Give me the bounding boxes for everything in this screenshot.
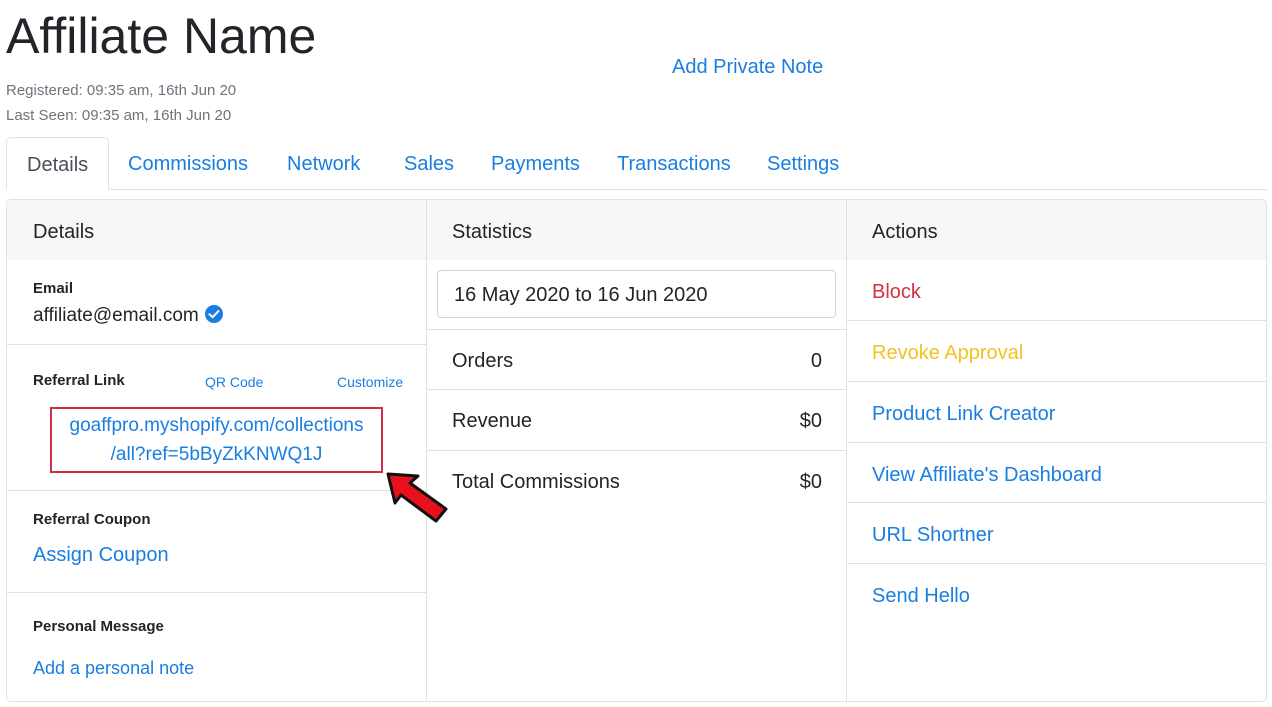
check-circle-icon bbox=[204, 305, 223, 329]
tab-settings[interactable]: Settings bbox=[747, 137, 859, 189]
tab-commissions[interactable]: Commissions bbox=[108, 137, 268, 189]
referral-link-section: Referral Link QR Code Customize goaffpro… bbox=[7, 345, 426, 491]
date-range-input[interactable]: 16 May 2020 to 16 Jun 2020 bbox=[437, 270, 836, 318]
stat-value: $0 bbox=[799, 410, 822, 432]
email-value: affiliate@email.com bbox=[33, 305, 223, 329]
add-private-note-link[interactable]: Add Private Note bbox=[672, 56, 823, 79]
page-title: Affiliate Name bbox=[6, 8, 317, 64]
email-text: affiliate@email.com bbox=[33, 305, 199, 326]
last-seen-date: Last Seen: 09:35 am, 16th Jun 20 bbox=[6, 107, 232, 124]
action-label: Block bbox=[872, 281, 921, 303]
stat-row-orders: Orders 0 bbox=[427, 329, 846, 390]
stat-row-revenue: Revenue $0 bbox=[427, 389, 846, 450]
tab-payments[interactable]: Payments bbox=[471, 137, 600, 189]
stat-label: Total Commissions bbox=[452, 471, 620, 493]
action-label: URL Shortner bbox=[872, 524, 994, 546]
referral-coupon-section: Referral Coupon Assign Coupon bbox=[7, 491, 426, 593]
personal-message-section: Personal Message Add a personal note bbox=[7, 593, 426, 701]
actions-column: Actions Block Revoke Approval Product Li… bbox=[847, 200, 1266, 701]
tab-transactions[interactable]: Transactions bbox=[597, 137, 751, 189]
action-view-affiliate-dashboard[interactable]: View Affiliate's Dashboard bbox=[847, 442, 1266, 503]
stat-row-total-commissions: Total Commissions $0 bbox=[427, 450, 846, 511]
personal-message-label: Personal Message bbox=[33, 618, 164, 635]
action-label: Send Hello bbox=[872, 585, 970, 607]
email-label: Email bbox=[33, 280, 74, 297]
statistics-column: Statistics 16 May 2020 to 16 Jun 2020 Or… bbox=[427, 200, 847, 701]
action-url-shortner[interactable]: URL Shortner bbox=[847, 502, 1266, 563]
action-label: View Affiliate's Dashboard bbox=[872, 464, 1102, 486]
statistics-heading: Statistics bbox=[427, 200, 846, 260]
stat-label: Orders bbox=[452, 350, 514, 372]
referral-link-highlight: goaffpro.myshopify.com/collections/all?r… bbox=[50, 407, 383, 473]
action-product-link-creator[interactable]: Product Link Creator bbox=[847, 381, 1266, 442]
tab-network[interactable]: Network bbox=[267, 137, 380, 189]
action-label: Product Link Creator bbox=[872, 403, 1056, 425]
registered-date: Registered: 09:35 am, 16th Jun 20 bbox=[6, 82, 237, 99]
affiliate-detail-card: Details Email affiliate@email.com Referr… bbox=[6, 199, 1267, 702]
action-block[interactable]: Block bbox=[847, 260, 1266, 321]
referral-link-line1: goaffpro.myshopify.com/collections bbox=[69, 415, 364, 436]
action-revoke-approval[interactable]: Revoke Approval bbox=[847, 320, 1266, 381]
stat-label: Revenue bbox=[452, 410, 533, 432]
referral-coupon-label: Referral Coupon bbox=[33, 511, 151, 528]
actions-heading: Actions bbox=[847, 200, 1266, 260]
referral-link-line2: /all?ref=5bByZkKNWQ1J bbox=[110, 444, 323, 465]
qr-code-link[interactable]: QR Code bbox=[205, 374, 263, 390]
email-section: Email affiliate@email.com bbox=[7, 260, 426, 345]
stat-value: $0 bbox=[799, 471, 822, 493]
tab-sales[interactable]: Sales bbox=[384, 137, 474, 189]
action-send-hello[interactable]: Send Hello bbox=[847, 563, 1266, 624]
referral-link-label: Referral Link bbox=[33, 372, 125, 389]
tab-details[interactable]: Details bbox=[6, 137, 110, 190]
details-heading: Details bbox=[7, 200, 426, 260]
red-arrow-icon bbox=[384, 468, 450, 529]
add-personal-note-link[interactable]: Add a personal note bbox=[33, 658, 194, 679]
referral-link[interactable]: goaffpro.myshopify.com/collections/all?r… bbox=[70, 415, 364, 465]
tab-bar: Details Commissions Network Sales Paymen… bbox=[6, 137, 1267, 190]
action-label: Revoke Approval bbox=[872, 342, 1024, 364]
details-column: Details Email affiliate@email.com Referr… bbox=[7, 200, 427, 701]
stat-value: 0 bbox=[810, 350, 822, 372]
assign-coupon-link[interactable]: Assign Coupon bbox=[33, 544, 169, 567]
customize-link[interactable]: Customize bbox=[337, 374, 403, 390]
